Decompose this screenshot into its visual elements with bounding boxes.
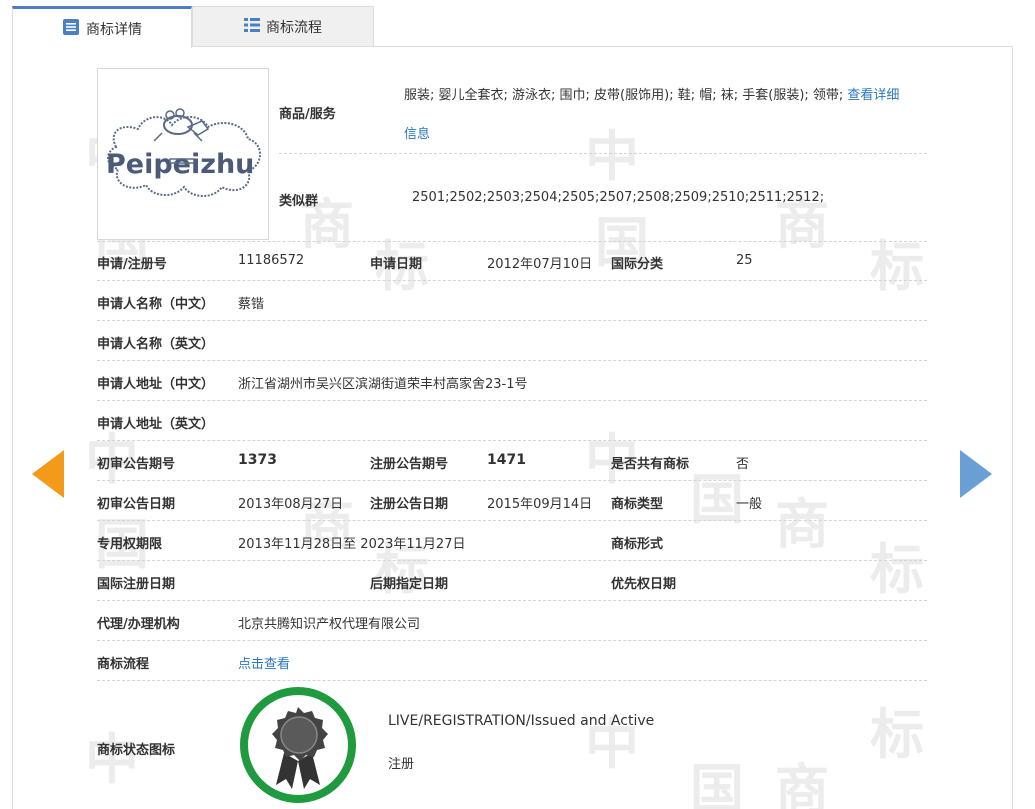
prelim-issue-label: 初审公告期号: [97, 457, 176, 472]
divider: [97, 560, 927, 561]
trademark-form-label: 商标形式: [611, 537, 664, 552]
goods-services-value: 服装; 婴儿全套衣; 游泳衣; 围巾; 皮带(服饰用); 鞋; 帽; 袜; 手套…: [404, 84, 899, 103]
goods-services-text: 服装; 婴儿全套衣; 游泳衣; 围巾; 皮带(服饰用); 鞋; 帽; 袜; 手套…: [404, 88, 844, 103]
shared-trademark-label: 是否共有商标: [611, 457, 690, 472]
intl-class-label: 国际分类: [611, 257, 664, 272]
applicant-address-cn-label: 申请人地址（中文）: [97, 377, 215, 392]
tab-trademark-details[interactable]: 商标详情: [12, 6, 192, 48]
agent-value: 北京共腾知识产权代理有限公司: [238, 617, 421, 632]
tab-trademark-process[interactable]: 商标流程: [192, 6, 374, 47]
exclusive-period-label: 专用权期限: [97, 537, 163, 552]
later-designation-date-label: 后期指定日期: [370, 577, 449, 592]
trademark-type-label: 商标类型: [611, 497, 664, 512]
logo-wordmark: Peipeizhu: [106, 149, 254, 180]
applicant-name-cn-label: 申请人名称（中文）: [97, 297, 215, 312]
applicant-address-cn-value: 浙江省湖州市吴兴区滨湖街道荣丰村高家舍23-1号: [238, 377, 528, 392]
reg-no-value: 11186572: [238, 253, 305, 268]
view-details-link[interactable]: 查看详细: [847, 88, 899, 103]
apply-date-value: 2012年07月10日: [487, 257, 593, 272]
divider: [97, 440, 927, 441]
divider: [97, 640, 927, 641]
goods-services-label: 商品/服务: [279, 107, 336, 122]
reg-date-value: 2015年09月14日: [487, 497, 593, 512]
agent-label: 代理/办理机构: [97, 617, 180, 632]
trademark-logo-image: Peipeizhu: [97, 68, 269, 240]
reg-issue-value: 1471: [487, 452, 526, 468]
divider: [279, 153, 927, 154]
trademark-logo: Peipeizhu: [106, 108, 261, 197]
similar-group-value: 2501;2502;2503;2504;2505;2507;2508;2509;…: [412, 190, 825, 205]
prelim-issue-value: 1373: [238, 452, 277, 468]
intl-class-value: 25: [736, 253, 753, 268]
status-icon-label: 商标状态图标: [97, 743, 176, 758]
list-icon: [244, 17, 260, 37]
divider: [97, 520, 927, 521]
applicant-address-en-label: 申请人地址（英文）: [97, 417, 215, 432]
divider: [97, 600, 927, 601]
similar-group-label: 类似群: [279, 194, 319, 209]
view-details-link-continued[interactable]: 信息: [404, 123, 430, 142]
divider: [97, 241, 927, 242]
intl-reg-date-label: 国际注册日期: [97, 577, 176, 592]
tab-bar: 商标详情 商标流程: [12, 6, 1017, 48]
applicant-name-en-label: 申请人名称（英文）: [97, 337, 215, 352]
prelim-date-label: 初审公告日期: [97, 497, 176, 512]
tab-label: 商标流程: [266, 19, 322, 36]
document-list-icon: [62, 18, 80, 40]
priority-date-label: 优先权日期: [611, 577, 677, 592]
divider: [97, 400, 927, 401]
exclusive-period-value: 2013年11月28日至 2023年11月27日: [238, 537, 466, 552]
previous-arrow-icon[interactable]: [32, 450, 64, 498]
shared-trademark-value: 否: [736, 457, 750, 472]
tab-label: 商标详情: [86, 21, 142, 38]
trademark-type-value: 一般: [736, 497, 763, 512]
reg-date-label: 注册公告日期: [370, 497, 449, 512]
divider: [97, 320, 927, 321]
status-chinese-value: 注册: [388, 757, 415, 772]
apply-date-label: 申请日期: [370, 257, 423, 272]
trademark-process-label: 商标流程: [97, 657, 150, 672]
prelim-date-value: 2013年08月27日: [238, 497, 344, 512]
applicant-name-cn-value: 蔡锴: [238, 297, 265, 312]
divider: [97, 680, 927, 681]
registered-badge-icon: [238, 685, 358, 805]
reg-no-label: 申请/注册号: [97, 257, 167, 272]
status-english-value: LIVE/REGISTRATION/Issued and Active: [388, 713, 655, 729]
divider: [97, 360, 927, 361]
divider: [97, 280, 927, 281]
reg-issue-label: 注册公告期号: [370, 457, 449, 472]
divider: [97, 480, 927, 481]
view-process-link[interactable]: 点击查看: [238, 653, 290, 672]
next-arrow-icon[interactable]: [960, 450, 992, 498]
